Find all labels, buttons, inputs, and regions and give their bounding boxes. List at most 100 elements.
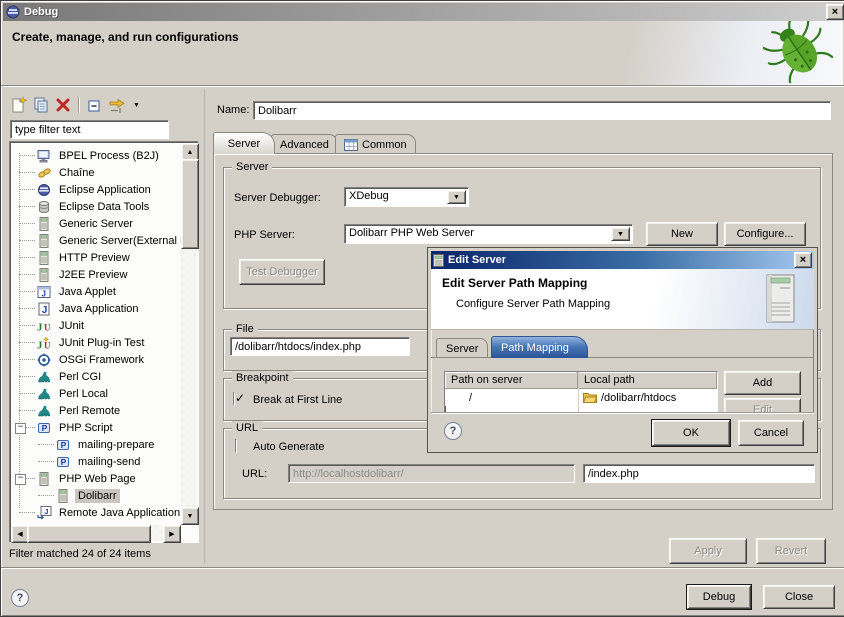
collapse-all-icon[interactable] [86, 97, 103, 114]
break-checkbox[interactable] [233, 392, 235, 406]
cancel-button[interactable]: Cancel [738, 420, 804, 446]
header-message: Create, manage, and run configurations [12, 30, 239, 44]
configure-server-button[interactable]: Configure... [724, 222, 806, 246]
debug-button[interactable]: Debug [687, 585, 751, 609]
tree-connector [19, 342, 35, 343]
filter-status: Filter matched 24 of 24 items [9, 548, 151, 560]
column-header-path-on-server[interactable]: Path on server [445, 372, 578, 389]
scroll-right-button[interactable] [163, 525, 181, 543]
svg-text:J: J [44, 507, 48, 516]
filter-input[interactable] [10, 120, 169, 139]
php-server-combo[interactable]: Dolibarr PHP Web Server [344, 224, 633, 244]
tree-item[interactable]: JJava Applet [11, 283, 181, 300]
edit-server-dialog: Edit Server Edit Server Path Mapping Con… [428, 248, 817, 452]
table-row[interactable]: //dolibarr/htdocs [445, 389, 717, 406]
server-icon [36, 234, 52, 248]
remote-java-icon: J [36, 506, 52, 520]
dialog-titlebar[interactable]: Edit Server [431, 251, 814, 269]
dialog-tab-server[interactable]: Server [436, 338, 488, 358]
vertical-scroll-thumb[interactable] [181, 159, 199, 249]
dialog-tab-path-mapping[interactable]: Path Mapping [491, 336, 588, 358]
dialog-help-icon[interactable]: ? [444, 422, 462, 440]
tab-label: Server [446, 343, 478, 355]
folder-icon [583, 392, 597, 403]
horizontal-scroll-thumb[interactable] [27, 525, 151, 543]
tree-item[interactable]: Generic Server [11, 215, 181, 232]
tree-item[interactable]: HTTP Preview [11, 249, 181, 266]
tree-vertical-scrollbar[interactable] [181, 143, 197, 525]
tab-common[interactable]: Common [335, 134, 416, 154]
window-close-button[interactable] [826, 4, 844, 20]
tree-item[interactable]: PPHP Script [11, 419, 181, 436]
local-path-text: /dolibarr/htdocs [601, 392, 676, 404]
tree-item[interactable]: Perl CGI [11, 368, 181, 385]
column-header-local-path[interactable]: Local path [578, 372, 717, 389]
tree-item[interactable]: Pmailing-prepare [11, 436, 181, 453]
database-icon [36, 200, 52, 214]
tree-item[interactable]: Chaîne [11, 164, 181, 181]
header-separator-highlight [1, 86, 844, 87]
svg-text:P: P [42, 423, 48, 433]
tree-item[interactable]: JUJUnit [11, 317, 181, 334]
tree-item[interactable]: BPEL Process (B2J) [11, 147, 181, 164]
dialog-close-button[interactable] [794, 252, 812, 268]
tree-item[interactable]: Pmailing-send [11, 453, 181, 470]
delete-config-icon[interactable] [55, 97, 71, 113]
tab-label: Server [228, 138, 260, 150]
tree-item[interactable]: Generic Server(External La [11, 232, 181, 249]
eclipse-logo-icon [6, 5, 20, 19]
chevron-down-icon[interactable] [611, 227, 630, 241]
ok-button[interactable]: OK [652, 420, 730, 446]
new-config-icon[interactable] [11, 96, 28, 114]
tree-item[interactable]: JUJUnit Plug-in Test [11, 334, 181, 351]
tree-item[interactable]: Eclipse Data Tools [11, 198, 181, 215]
column-label: Local path [584, 374, 635, 386]
tree-item-label: Eclipse Data Tools [56, 200, 152, 214]
scroll-down-button[interactable] [181, 507, 199, 525]
tree-item[interactable]: OSGi Framework [11, 351, 181, 368]
osgi-icon [36, 353, 52, 367]
collapse-toggle-icon[interactable] [15, 423, 26, 434]
sash-divider[interactable] [204, 89, 205, 563]
server-debugger-combo[interactable]: XDebug [344, 187, 469, 207]
tree-item[interactable]: PHP Web Page [11, 470, 181, 487]
dialog-title: Edit Server [448, 254, 506, 266]
tree-horizontal-scrollbar[interactable] [11, 525, 181, 541]
help-icon[interactable]: ? [11, 589, 29, 607]
tab-server[interactable]: Server [213, 132, 275, 154]
php-server-label: PHP Server: [234, 229, 295, 241]
button-label: Apply [694, 545, 722, 557]
tree-item[interactable]: Perl Local [11, 385, 181, 402]
config-name-input[interactable] [253, 101, 831, 120]
tree-connector [19, 410, 35, 411]
chevron-down-icon[interactable] [447, 190, 466, 204]
svg-text:P: P [61, 457, 67, 467]
tree-item[interactable]: Dolibarr [11, 487, 181, 504]
add-mapping-button[interactable]: Add [724, 371, 801, 395]
perl-icon [36, 370, 52, 384]
new-server-button[interactable]: New [646, 222, 718, 246]
menu-dropdown-icon[interactable] [133, 102, 140, 109]
server-icon [36, 251, 52, 265]
tree-item[interactable]: JRemote Java Application [11, 504, 181, 521]
tree-item[interactable]: Perl Remote [11, 402, 181, 419]
tab-advanced[interactable]: Advanced [271, 134, 338, 154]
tree-item[interactable]: JJava Application [11, 300, 181, 317]
test-debugger-button: Test Debugger [239, 259, 325, 285]
close-button[interactable]: Close [763, 585, 835, 609]
php-icon: P [55, 455, 71, 469]
window-titlebar[interactable]: Debug [3, 3, 844, 21]
tree-connector [19, 376, 35, 377]
tree-item[interactable]: Eclipse Application [11, 181, 181, 198]
tree-item[interactable]: J2EE Preview [11, 266, 181, 283]
button-label: New [671, 228, 693, 240]
auto-generate-checkbox[interactable] [235, 439, 237, 453]
duplicate-config-icon[interactable] [33, 96, 50, 114]
file-input[interactable] [230, 337, 410, 356]
collapse-toggle-icon[interactable] [15, 474, 26, 485]
filter-config-icon[interactable] [108, 97, 128, 114]
svg-text:U: U [44, 340, 51, 350]
server-debugger-value: XDebug [349, 190, 389, 202]
url-path-input[interactable] [583, 464, 815, 483]
path-mapping-table[interactable]: Path on server Local path //dolibarr/htd… [444, 371, 718, 413]
